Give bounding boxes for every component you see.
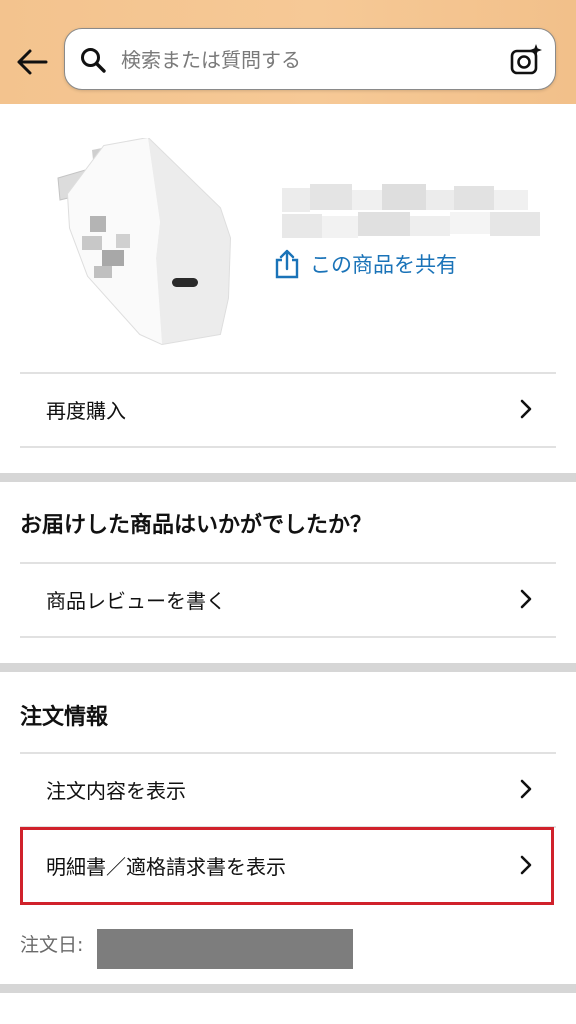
chevron-right-icon	[520, 399, 532, 419]
camera-lens-icon[interactable]	[509, 43, 543, 77]
chevron-right-icon	[520, 779, 532, 799]
share-product-link[interactable]: この商品を共有	[274, 246, 457, 282]
header-bar	[0, 0, 576, 104]
review-section-title: お届けした商品はいかがでしたか？	[20, 513, 373, 538]
search-bar[interactable]	[64, 28, 556, 90]
divider	[20, 446, 556, 448]
write-review-label: 商品レビューを書く	[46, 588, 226, 613]
section-separator	[0, 473, 576, 482]
order-date-label: 注文日:	[20, 934, 84, 956]
invoice-highlight-box	[20, 827, 554, 905]
view-order-row[interactable]: 注文内容を表示	[20, 753, 556, 825]
view-order-label: 注文内容を表示	[46, 778, 186, 803]
share-icon	[275, 249, 299, 279]
write-review-row[interactable]: 商品レビューを書く	[20, 563, 556, 635]
search-input[interactable]	[119, 37, 493, 83]
product-title-redacted	[282, 184, 540, 238]
back-arrow-icon[interactable]	[14, 44, 50, 80]
section-separator	[0, 984, 576, 993]
search-icon	[81, 48, 106, 73]
section-separator	[0, 663, 576, 672]
order-info-title: 注文情報	[20, 705, 109, 730]
divider	[20, 636, 556, 638]
product-image[interactable]	[44, 138, 238, 348]
buy-again-row[interactable]: 再度購入	[20, 373, 556, 445]
chevron-right-icon	[520, 589, 532, 609]
buy-again-label: 再度購入	[46, 398, 126, 423]
share-label: この商品を共有	[310, 253, 457, 277]
order-date-redacted	[97, 929, 353, 969]
